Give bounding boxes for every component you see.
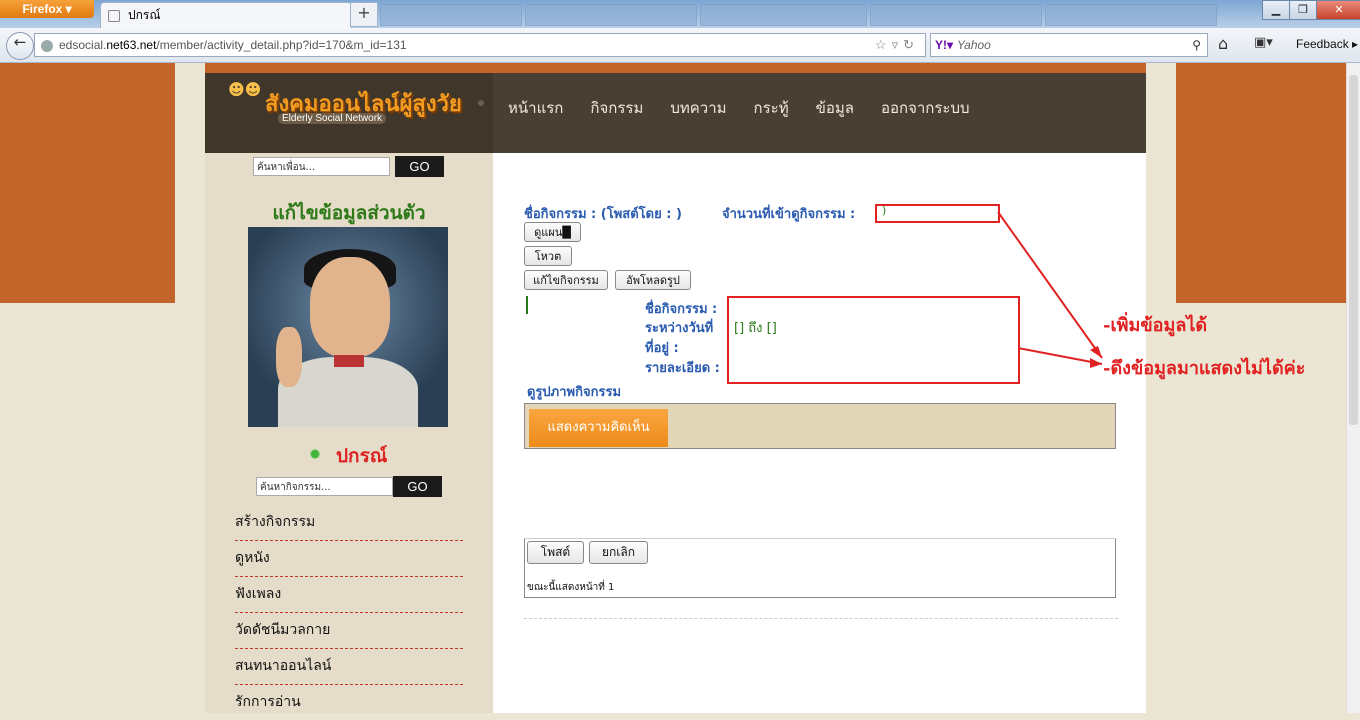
url-host-prefix: edsocial. [59, 38, 107, 52]
sidebar-item-bmi[interactable]: วัดดัชนีมวลกาย [235, 613, 463, 649]
online-status-icon [310, 449, 320, 459]
annotation-note-2: -ดึงข้อมูลมาแสดงไม่ได้ค่ะ [1103, 358, 1306, 379]
annotation-box-views [875, 204, 1000, 223]
profile-username: ปกรณ์ [336, 445, 388, 467]
activity-search-input[interactable]: ค้นหากิจกรรม... [256, 477, 393, 496]
back-arrow-icon[interactable]: ← [6, 32, 34, 60]
home-icon[interactable]: ⌂ [1218, 34, 1228, 53]
browser-tab-active[interactable]: ปกรณ์ [100, 2, 352, 28]
sidebar-item-music[interactable]: ฟังเพลง [235, 577, 463, 613]
views-value: ) [882, 204, 887, 217]
edit-profile-link[interactable]: แก้ไขข้อมูลส่วนตัว [205, 198, 493, 228]
sidebar-item-reading[interactable]: รักการอ่าน [235, 685, 463, 720]
activity-header: ชื่อกิจกรรม : (โพสต์โดย : ) [524, 207, 682, 222]
view-photos-link[interactable]: ดูรูปภาพกิจกรรม [527, 381, 621, 402]
field-activity-name: ชื่อกิจกรรม : [645, 302, 718, 317]
close-icon[interactable]: ✕ [1316, 0, 1360, 20]
friend-search-go-button[interactable]: GO [395, 156, 444, 177]
search-input[interactable]: Y!▾ Yahoo ⚲ [930, 33, 1208, 57]
annotation-box-details [727, 296, 1020, 384]
field-details: รายละเอียด : [645, 361, 720, 376]
upload-photo-button[interactable]: อัพโหลดรูป [615, 270, 691, 290]
menu-forum[interactable]: กระทู้ [754, 99, 789, 117]
browser-tab-background[interactable] [1045, 4, 1217, 26]
browser-tab-background[interactable] [870, 4, 1042, 26]
firefox-menu-button[interactable]: Firefox ▾ [0, 0, 94, 18]
yahoo-icon[interactable]: Y!▾ [935, 38, 953, 52]
browser-tab-background[interactable] [700, 4, 867, 26]
browser-tab-background[interactable] [525, 4, 697, 26]
main-menu: หน้าแรก กิจกรรม บทความ กระทู้ ข้อมูล ออกจากระ… [508, 96, 997, 120]
sidebar-item-chat[interactable]: สนทนาออนไลน์ [235, 649, 463, 685]
page-status: ขณะนี้แสดงหน้าที่ 1 [527, 582, 615, 593]
minimize-icon[interactable]: ▁ [1262, 0, 1290, 20]
field-location: ที่อยู่ : [645, 341, 679, 356]
globe-icon [41, 39, 53, 52]
search-icon[interactable]: ⚲ [1192, 34, 1201, 56]
post-comment-button[interactable]: โพสต์ [527, 541, 584, 564]
feedback-button[interactable]: Feedback ▸ [1296, 37, 1358, 51]
address-bar[interactable]: edsocial.net63.net/member/activity_detai… [34, 33, 926, 57]
text-cursor [526, 296, 528, 314]
menu-logout[interactable]: ออกจากระบบ [881, 99, 970, 117]
vote-button[interactable]: โหวต [524, 246, 572, 266]
tab-title: ปกรณ์ [128, 8, 161, 22]
menu-home[interactable]: หน้าแรก [508, 99, 563, 117]
view-map-button[interactable]: ดูแผน█ [524, 222, 581, 242]
menu-articles[interactable]: บทความ [670, 99, 726, 117]
bookmarks-icon[interactable]: ▣▾ [1254, 35, 1273, 50]
maximize-icon[interactable]: ❐ [1289, 0, 1317, 20]
page-icon [108, 9, 120, 22]
browser-tab-background[interactable] [380, 4, 522, 26]
bookmark-star-icon[interactable]: ☆▿↻ [875, 34, 919, 56]
activity-search-go-button[interactable]: GO [393, 476, 442, 497]
divider [524, 618, 1118, 619]
cancel-button[interactable]: ยกเลิก [589, 541, 648, 564]
field-date-range: ระหว่างวันที่ [645, 321, 714, 336]
scrollbar-thumb[interactable] [1349, 75, 1358, 425]
menu-info[interactable]: ข้อมูล [816, 99, 854, 117]
search-placeholder: Yahoo [957, 38, 991, 52]
background-decoration [1176, 63, 1346, 303]
profile-photo [248, 227, 448, 427]
background-decoration [0, 63, 175, 303]
annotation-note-1: -เพิ่มข้อมูลได้ [1103, 315, 1208, 336]
tab-show-comments[interactable]: แสดงความคิดเห็น [529, 409, 668, 447]
menu-activities[interactable]: กิจกรรม [590, 99, 643, 117]
elderly-couple-icon: ☻☻ [228, 80, 262, 99]
sidebar-item-create-activity[interactable]: สร้างกิจกรรม [235, 505, 463, 541]
new-tab-button[interactable]: + [350, 2, 378, 27]
url-host-domain: net63.net [106, 38, 157, 52]
edit-activity-button[interactable]: แก้ไขกิจกรรม [524, 270, 608, 290]
top-strip [205, 63, 1146, 73]
menu-separator-dot [478, 100, 484, 106]
friend-search-input[interactable]: ค้นหาเพื่อน... [253, 157, 390, 176]
sidebar-item-movies[interactable]: ดูหนัง [235, 541, 463, 577]
views-label: จำนวนที่เข้าดูกิจกรรม : [722, 207, 856, 222]
url-path: /member/activity_detail.php?id=170&m_id=… [156, 38, 407, 52]
site-logo-subtitle: Elderly Social Network [278, 113, 387, 124]
